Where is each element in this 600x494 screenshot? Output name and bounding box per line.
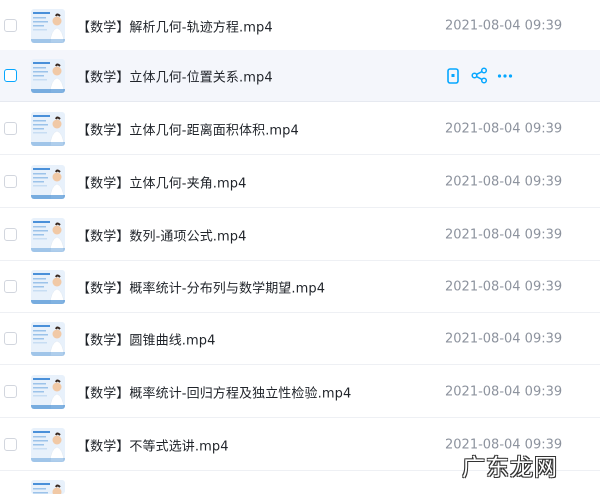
file-name[interactable]: 【数学】概率统计-分布列与数学期望.mp4 [77, 277, 325, 296]
file-row[interactable]: 【数学】立体几何-夹角.mp4 2021-08-04 09:39 [0, 156, 600, 208]
row-checkbox[interactable] [4, 69, 17, 82]
row-checkbox[interactable] [4, 19, 17, 32]
file-row[interactable]: 【数学】概率统计-回归方程及独立性检验.mp4 2021-08-04 09:39 [0, 366, 600, 418]
file-row[interactable]: 【数学】立体几何-距离面积体积.mp4 2021-08-04 09:39 [0, 103, 600, 155]
video-thumbnail[interactable] [31, 112, 65, 146]
file-date: 2021-08-04 09:39 [445, 227, 562, 242]
file-date: 2021-08-04 09:39 [445, 331, 562, 346]
row-checkbox[interactable] [4, 280, 17, 293]
row-checkbox[interactable] [4, 122, 17, 135]
row-checkbox[interactable] [4, 228, 17, 241]
file-name[interactable]: 【数学】立体几何-距离面积体积.mp4 [77, 119, 299, 138]
more-icon[interactable] [496, 67, 514, 85]
watermark: 广东龙网 [462, 448, 562, 478]
row-checkbox[interactable] [4, 438, 17, 451]
video-thumbnail[interactable] [31, 428, 65, 462]
file-row[interactable]: 【数学】数列-通项公式.mp4 2021-08-04 09:39 [0, 209, 600, 261]
video-thumbnail[interactable] [31, 322, 65, 356]
file-date: 2021-08-04 09:39 [445, 174, 562, 189]
video-thumbnail[interactable] [31, 270, 65, 304]
file-date: 2021-08-04 09:39 [445, 384, 562, 399]
video-thumbnail[interactable] [31, 165, 65, 199]
file-name[interactable]: 【数学】圆锥曲线.mp4 [77, 329, 216, 348]
video-thumbnail[interactable] [31, 59, 65, 93]
file-row[interactable]: 【数学】概率统计-分布列与数学期望.mp4 2021-08-04 09:39 [0, 261, 600, 313]
file-date: 2021-08-04 09:39 [445, 279, 562, 294]
video-thumbnail[interactable] [31, 218, 65, 252]
row-checkbox[interactable] [4, 385, 17, 398]
row-actions [444, 67, 522, 85]
row-checkbox[interactable] [4, 175, 17, 188]
share-icon[interactable] [470, 67, 488, 85]
file-row[interactable]: 【数学】圆锥曲线.mp4 2021-08-04 09:39 [0, 313, 600, 365]
file-name[interactable]: 【数学】解析几何-轨迹方程.mp4 [77, 16, 273, 35]
file-date: 2021-08-04 09:39 [445, 121, 562, 136]
file-name[interactable]: 【数学】不等式选讲.mp4 [77, 435, 229, 454]
file-name[interactable]: 【数学】数列-通项公式.mp4 [77, 225, 247, 244]
video-thumbnail[interactable] [31, 9, 65, 43]
file-name[interactable]: 【数学】概率统计-回归方程及独立性检验.mp4 [77, 382, 351, 401]
row-checkbox[interactable] [4, 332, 17, 345]
file-row[interactable]: 【数学】解析几何-轨迹方程.mp4 2021-08-04 09:39 [0, 0, 600, 52]
file-name[interactable]: 【数学】立体几何-位置关系.mp4 [77, 66, 273, 85]
video-thumbnail[interactable] [31, 480, 65, 494]
phone-icon[interactable] [444, 67, 462, 85]
video-thumbnail[interactable] [31, 375, 65, 409]
file-date: 2021-08-04 09:39 [445, 18, 562, 33]
file-name[interactable]: 【数学】立体几何-夹角.mp4 [77, 172, 247, 191]
file-row[interactable]: 【数学】立体几何-位置关系.mp4 [0, 50, 600, 102]
